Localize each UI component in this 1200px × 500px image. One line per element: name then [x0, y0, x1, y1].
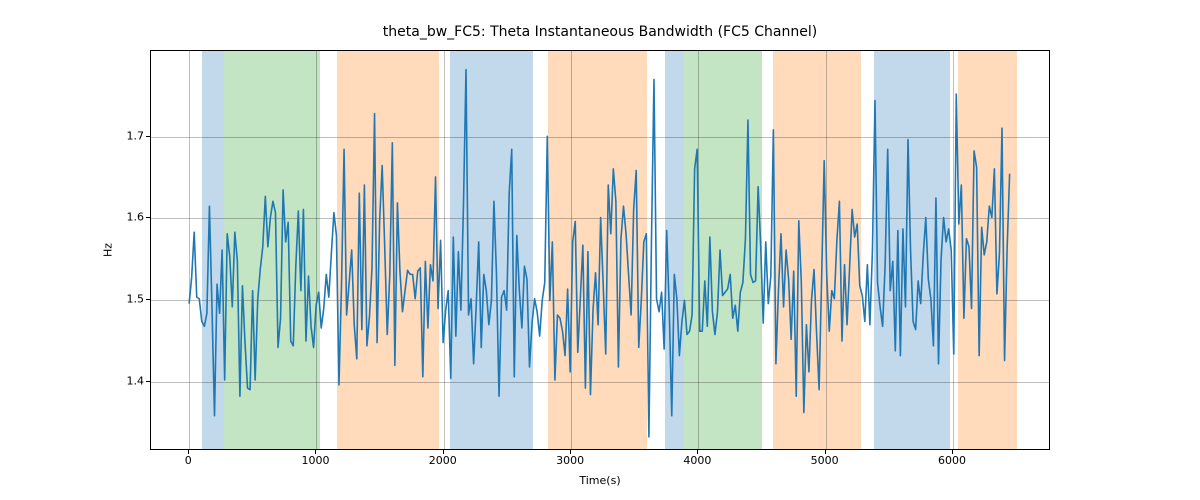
gridline-vertical	[571, 51, 572, 449]
shaded-region	[450, 51, 533, 449]
y-tick-mark	[146, 381, 150, 382]
x-tick-label: 1000	[301, 454, 329, 467]
y-tick-label: 1.6	[104, 211, 144, 224]
gridline-horizontal	[151, 137, 1049, 138]
x-tick-label: 4000	[683, 454, 711, 467]
line-series	[151, 51, 1049, 449]
x-axis-label: Time(s)	[0, 474, 1200, 487]
shaded-region	[773, 51, 861, 449]
y-axis-label: Hz	[102, 243, 115, 257]
x-tick-label: 2000	[429, 454, 457, 467]
gridline-horizontal	[151, 382, 1049, 383]
figure: theta_bw_FC5: Theta Instantaneous Bandwi…	[0, 0, 1200, 500]
shaded-region	[684, 51, 762, 449]
gridline-horizontal	[151, 218, 1049, 219]
y-tick-mark	[146, 299, 150, 300]
gridline-vertical	[189, 51, 190, 449]
shaded-region	[665, 51, 684, 449]
x-tick-label: 5000	[811, 454, 839, 467]
gridline-vertical	[953, 51, 954, 449]
gridline-horizontal	[151, 300, 1049, 301]
y-tick-mark	[146, 136, 150, 137]
chart-title: theta_bw_FC5: Theta Instantaneous Bandwi…	[0, 24, 1200, 40]
shaded-region	[224, 51, 321, 449]
shaded-region	[337, 51, 439, 449]
shaded-region	[202, 51, 224, 449]
gridline-vertical	[826, 51, 827, 449]
shaded-region	[548, 51, 647, 449]
gridline-vertical	[444, 51, 445, 449]
x-tick-label: 6000	[938, 454, 966, 467]
y-tick-label: 1.5	[104, 292, 144, 305]
plot-area	[150, 50, 1050, 450]
y-tick-mark	[146, 217, 150, 218]
x-tick-label: 3000	[556, 454, 584, 467]
gridline-vertical	[316, 51, 317, 449]
x-tick-label: 0	[185, 454, 192, 467]
y-tick-label: 1.4	[104, 374, 144, 387]
shaded-region	[958, 51, 1017, 449]
y-tick-label: 1.7	[104, 129, 144, 142]
data-line	[189, 70, 1010, 437]
gridline-vertical	[698, 51, 699, 449]
shaded-region	[874, 51, 950, 449]
